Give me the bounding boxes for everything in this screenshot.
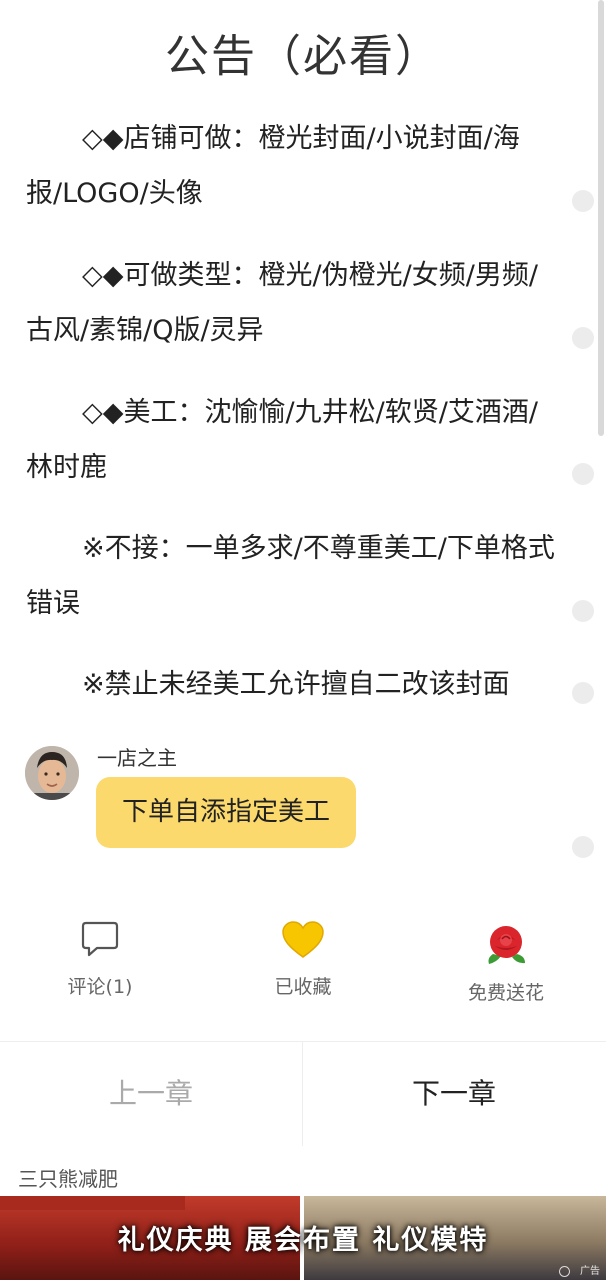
- favorite-label: 已收藏: [274, 976, 332, 998]
- paragraph-comment-dot[interactable]: [572, 600, 594, 622]
- comment-button[interactable]: 评论(1): [30, 920, 170, 999]
- scrollbar[interactable]: [598, 0, 604, 436]
- author-note-bubble: 下单自添指定美工: [96, 777, 357, 848]
- paragraph-comment-dot[interactable]: [572, 836, 594, 858]
- notice-paragraph: ※禁止未经美工允许擅自二改该封面: [82, 669, 510, 700]
- ad-banner-text: 礼仪庆典 展会布置 礼仪模特: [117, 1225, 489, 1256]
- ad-decoration: [0, 1196, 185, 1210]
- chapter-navigation: 上一章 下一章: [0, 1041, 606, 1146]
- comment-icon: [81, 921, 119, 957]
- notice-paragraph: ※不接：一单多求/不尊重美工/下单格式错误: [26, 533, 555, 619]
- next-chapter-button[interactable]: 下一章: [303, 1042, 605, 1146]
- heart-icon: [282, 921, 324, 958]
- paragraph-comment-dot[interactable]: [572, 327, 594, 349]
- notice-paragraph: ◇◆店铺可做：橙光封面/小说封面/海报/LOGO/头像: [26, 123, 520, 209]
- comment-label: 评论(1): [67, 976, 133, 998]
- ad-banner[interactable]: 礼仪庆典 展会布置 礼仪模特 广告: [0, 1196, 606, 1280]
- send-flower-button[interactable]: 免费送花: [436, 920, 576, 1005]
- notice-title: 公告（必看）: [165, 31, 441, 82]
- author-name: 一店之主: [97, 746, 177, 770]
- rose-icon: [488, 926, 525, 964]
- favorite-button[interactable]: 已收藏: [233, 920, 373, 999]
- paragraph-comment-dot[interactable]: [572, 190, 594, 212]
- paragraph-comment-dot[interactable]: [572, 682, 594, 704]
- paragraph-comment-dot[interactable]: [572, 463, 594, 485]
- notice-paragraph: ◇◆美工：沈愉愉/九井松/软贤/艾酒酒/林时鹿: [26, 397, 538, 483]
- flower-label: 免费送花: [467, 982, 544, 1004]
- author-avatar[interactable]: [25, 746, 79, 800]
- ad-advertiser-name: 三只熊减肥: [18, 1167, 118, 1191]
- ad-mark: 广告: [580, 1266, 600, 1277]
- close-icon[interactable]: [559, 1266, 570, 1277]
- notice-paragraph: ◇◆可做类型：橙光/伪橙光/女频/男频/古风/素锦/Q版/灵异: [26, 260, 538, 346]
- prev-chapter-button[interactable]: 上一章: [0, 1042, 302, 1146]
